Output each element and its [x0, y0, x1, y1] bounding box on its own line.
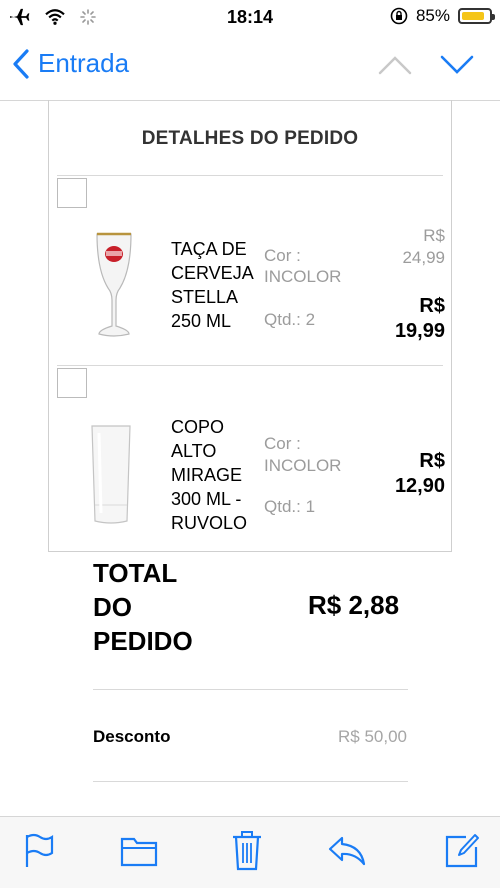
- item-checkbox[interactable]: [57, 178, 87, 208]
- order-item: COPO ALTO MIRAGE 300 ML - RUVOLO Cor : I…: [49, 365, 453, 550]
- status-right: 85%: [390, 6, 495, 26]
- bottom-toolbar: [0, 816, 500, 888]
- battery-fill: [462, 12, 484, 20]
- battery-percent: 85%: [415, 6, 450, 25]
- item-quantity: Qtd.: 2: [264, 310, 316, 329]
- divider: [93, 689, 408, 690]
- chevron-left-icon: [13, 48, 29, 79]
- nav-bar: Entrada: [0, 34, 500, 101]
- order-item: TAÇA DE CERVEJA STELLA 250 ML Cor : INCO…: [49, 175, 453, 365]
- divider: [93, 781, 408, 782]
- back-button[interactable]: Entrada: [12, 48, 129, 79]
- item-color-label: Cor :: [264, 434, 301, 453]
- compose-icon[interactable]: [444, 831, 480, 869]
- item-color-value: INCOLOR: [264, 267, 342, 286]
- trash-icon[interactable]: [230, 829, 264, 871]
- beer-glass-image: [96, 232, 132, 337]
- folder-icon[interactable]: [120, 833, 158, 867]
- order-total-label: TOTAL DO PEDIDO: [93, 558, 193, 656]
- order-details-title: DETALHES DO PEDIDO: [141, 128, 359, 149]
- discount-value: R$ 50,00: [338, 727, 407, 746]
- order-details-card: DETALHES DO PEDIDO TAÇA DE CERVEJA STELL…: [48, 100, 452, 552]
- item-price: R$ 12,90: [394, 450, 445, 497]
- item-old-price: R$ 24,99: [402, 226, 445, 267]
- flag-icon[interactable]: [24, 833, 54, 869]
- order-total-value: R$ 2,88: [308, 590, 400, 620]
- item-quantity: Qtd.: 1: [264, 497, 316, 516]
- item-price: R$ 19,99: [394, 295, 445, 342]
- orientation-lock-icon: [390, 7, 408, 25]
- previous-message-icon[interactable]: [378, 54, 412, 76]
- status-bar: 18:14 85%: [0, 0, 500, 34]
- reply-icon[interactable]: [327, 835, 367, 867]
- item-color-label: Cor :: [264, 246, 301, 265]
- item-checkbox[interactable]: [57, 368, 87, 398]
- battery-icon: [458, 8, 495, 24]
- item-color-value: INCOLOR: [264, 456, 342, 475]
- tall-glass-image: [91, 425, 131, 524]
- discount-label: Desconto: [93, 727, 171, 746]
- item-name: COPO ALTO MIRAGE 300 ML - RUVOLO: [171, 417, 248, 533]
- back-button-label: Entrada: [38, 48, 130, 78]
- next-message-icon[interactable]: [440, 54, 474, 76]
- item-name: TAÇA DE CERVEJA STELLA 250 ML: [171, 239, 254, 331]
